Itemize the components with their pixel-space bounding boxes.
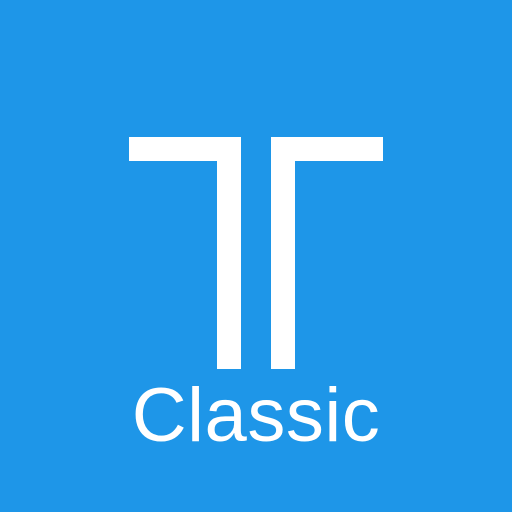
logo-stem-left bbox=[217, 137, 241, 369]
logo-stem-right bbox=[271, 137, 295, 369]
app-name-label: Classic bbox=[131, 373, 381, 458]
app-icon: Classic bbox=[0, 0, 512, 512]
